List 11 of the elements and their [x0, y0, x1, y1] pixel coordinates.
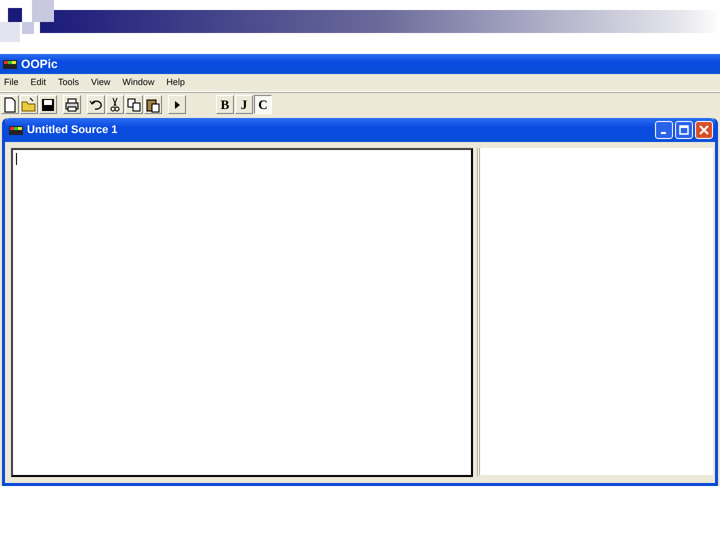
menu-item[interactable]: View — [91, 76, 110, 90]
toolbar-button[interactable]: C — [254, 95, 272, 114]
toolbar-button[interactable]: J — [235, 95, 253, 114]
window-title: Untitled Source 1 — [27, 122, 118, 138]
menu-item[interactable]: File — [4, 76, 19, 90]
window-title: OOPic — [21, 56, 58, 73]
menu-item[interactable]: Edit — [30, 76, 46, 90]
menu-item[interactable]: Help — [166, 76, 185, 90]
toolbar-button[interactable]: B — [216, 95, 234, 114]
menu-item[interactable]: Window — [122, 76, 154, 90]
menu-item[interactable]: Tools — [58, 76, 80, 90]
